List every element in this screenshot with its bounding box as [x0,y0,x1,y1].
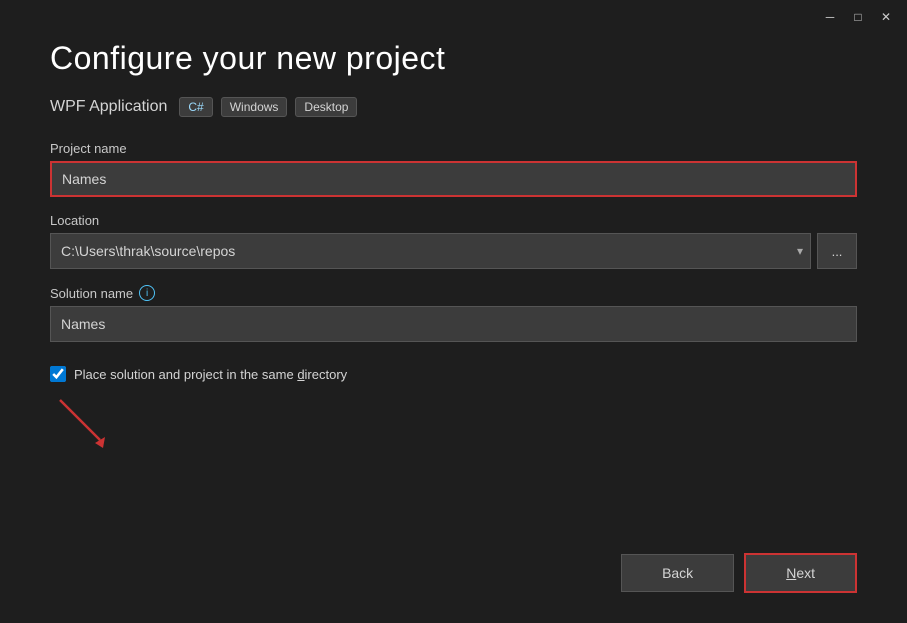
page-title: Configure your new project [50,40,857,77]
next-label: Next [786,565,815,581]
location-group: Location C:\Users\thrak\source\repos ... [50,213,857,269]
project-name-input[interactable] [50,161,857,197]
solution-name-group: Solution name i [50,285,857,342]
next-button[interactable]: Next [744,553,857,593]
project-type-row: WPF Application C# Windows Desktop [50,97,857,117]
location-select[interactable]: C:\Users\thrak\source\repos [50,233,811,269]
project-name-label: Project name [50,141,857,156]
solution-name-row: Solution name i [50,285,857,301]
project-type-label: WPF Application [50,98,167,116]
location-row: C:\Users\thrak\source\repos ... [50,233,857,269]
back-button[interactable]: Back [621,554,734,592]
badge-desktop: Desktop [295,97,357,117]
badge-csharp: C# [179,97,212,117]
info-icon[interactable]: i [139,285,155,301]
solution-name-input[interactable] [50,306,857,342]
checkbox-row: Place solution and project in the same d… [50,366,857,382]
browse-button[interactable]: ... [817,233,857,269]
location-label: Location [50,213,857,228]
badge-windows: Windows [221,97,288,117]
same-directory-checkbox[interactable] [50,366,66,382]
arrow-annotation [50,395,130,458]
main-content: Configure your new project WPF Applicati… [0,0,907,623]
footer: Back Next [621,553,857,593]
same-directory-label[interactable]: Place solution and project in the same d… [74,367,347,382]
project-name-group: Project name [50,141,857,197]
location-select-wrapper: C:\Users\thrak\source\repos [50,233,811,269]
solution-name-label: Solution name [50,286,133,301]
